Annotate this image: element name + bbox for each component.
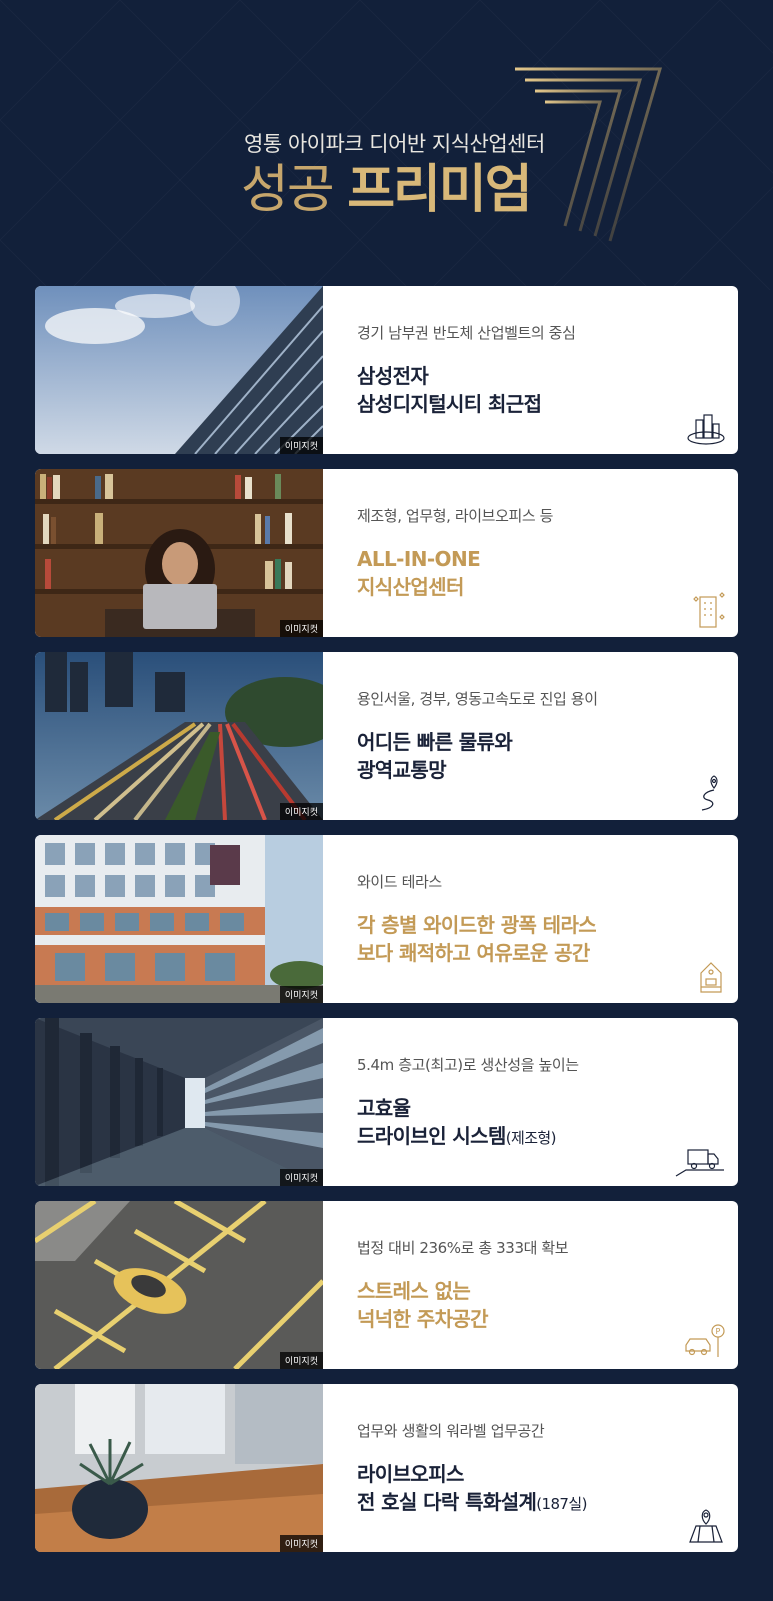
card-desc: 용인서울, 경부, 영동고속도로 진입 용이 (357, 690, 598, 708)
feature-card-transport: 이미지컷 용인서울, 경부, 영동고속도로 진입 용이 어디든 빠른 물류와 광… (35, 652, 738, 820)
header: 영통 아이파크 디어반 지식산업센터 성공 프리미엄 (0, 0, 773, 280)
house-icon (700, 962, 722, 993)
card-desc: 5.4m 층고(최고)로 생산성을 높이는 (357, 1056, 579, 1074)
image-tag: 이미지컷 (279, 620, 323, 637)
image-tag: 이미지컷 (279, 1169, 323, 1186)
headline-line1: 고효율 (357, 1096, 411, 1120)
card-desc: 제조형, 업무형, 라이브오피스 등 (357, 507, 554, 525)
office-plant-photo: 이미지컷 (35, 1384, 323, 1552)
headline-line2-main: 드라이브인 시스템 (357, 1124, 506, 1148)
map-pin-icon (689, 1509, 723, 1543)
headline-line2: 보다 쾌적하고 여유로운 공간 (357, 941, 590, 965)
card-desc: 경기 남부권 반도체 산업벨트의 중심 (357, 324, 576, 342)
image-tag: 이미지컷 (279, 803, 323, 820)
card-desc: 와이드 테라스 (357, 873, 442, 891)
svg-text:P: P (716, 1327, 721, 1336)
header-subtitle: 영통 아이파크 디어반 지식산업센터 (244, 132, 545, 156)
headline-line2: 광역교통망 (357, 758, 447, 782)
highway-night-photo: 이미지컷 (35, 652, 323, 820)
headline-line1: 라이브오피스 (357, 1462, 464, 1486)
card-headline: 스트레스 없는 넉넉한 주차공간 (357, 1277, 489, 1333)
car-parking-icon: P (685, 1324, 725, 1357)
headline-line2: 지식산업센터 (357, 575, 464, 599)
card-headline: ALL-IN-ONE 지식산업센터 (357, 545, 481, 601)
feature-card-live-office: 이미지컷 업무와 생활의 워라벨 업무공간 라이브오피스 전 호실 다락 특화설… (35, 1384, 738, 1552)
feature-card-parking: 이미지컷 법정 대비 236%로 총 333대 확보 스트레스 없는 넉넉한 주… (35, 1201, 738, 1369)
image-tag: 이미지컷 (279, 437, 323, 454)
header-title: 성공 프리미엄 (241, 160, 533, 220)
parking-lot-car-photo: 이미지컷 (35, 1201, 323, 1369)
title-part1: 성공 (241, 160, 335, 220)
headline-line2: 넉넉한 주차공간 (357, 1307, 489, 1331)
headline-line1: 어디든 빠른 물류와 (357, 730, 513, 754)
office-building-icon (693, 592, 725, 628)
feature-card-terrace: 이미지컷 와이드 테라스 각 층별 와이드한 광폭 테라스 보다 쾌적하고 여유… (35, 835, 738, 1003)
card-headline: 삼성전자 삼성디지털시티 최근접 (357, 362, 542, 418)
headline-line2-suffix: (제조형) (505, 1129, 557, 1147)
title-part2: 프리미엄 (347, 160, 532, 220)
headline-line2: 삼성디지털시티 최근접 (357, 392, 542, 416)
feature-card-all-in-one: 이미지컷 제조형, 업무형, 라이브오피스 등 ALL-IN-ONE 지식산업센… (35, 469, 738, 637)
headline-line1: 각 층별 와이드한 광폭 테라스 (357, 913, 597, 937)
headline-line1: 스트레스 없는 (357, 1279, 471, 1303)
headline-line2: 드라이브인 시스템(제조형) (357, 1122, 556, 1152)
terrace-building-photo: 이미지컷 (35, 835, 323, 1003)
image-tag: 이미지컷 (279, 986, 323, 1003)
card-desc: 업무와 생활의 워라벨 업무공간 (357, 1422, 545, 1440)
image-tag: 이미지컷 (279, 1535, 323, 1552)
card-headline: 라이브오피스 전 호실 다락 특화설계(187실) (357, 1460, 587, 1518)
card-headline: 어디든 빠른 물류와 광역교통망 (357, 728, 513, 784)
city-buildings-icon (687, 414, 725, 445)
headline-line1: 삼성전자 (357, 364, 429, 388)
headline-line2-suffix: (187실) (536, 1495, 587, 1513)
route-pin-icon (701, 775, 718, 811)
card-headline: 고효율 드라이브인 시스템(제조형) (357, 1094, 556, 1152)
headline-line2: 전 호실 다락 특화설계(187실) (357, 1488, 587, 1518)
feature-card-samsung: 이미지컷 경기 남부권 반도체 산업벨트의 중심 삼성전자 삼성디지털시티 최근… (35, 286, 738, 454)
feature-card-drive-in: 이미지컷 5.4m 층고(최고)로 생산성을 높이는 고효율 드라이브인 시스템… (35, 1018, 738, 1186)
headline-line2-main: 전 호실 다락 특화설계 (357, 1490, 537, 1514)
headline-line1: ALL-IN-ONE (357, 547, 481, 571)
library-laptop-photo: 이미지컷 (35, 469, 323, 637)
truck-icon (675, 1149, 724, 1177)
glass-building-sky-photo: 이미지컷 (35, 286, 323, 454)
concrete-corridor-photo: 이미지컷 (35, 1018, 323, 1186)
card-desc: 법정 대비 236%로 총 333대 확보 (357, 1239, 569, 1257)
image-tag: 이미지컷 (279, 1352, 323, 1369)
card-headline: 각 층별 와이드한 광폭 테라스 보다 쾌적하고 여유로운 공간 (357, 911, 597, 967)
